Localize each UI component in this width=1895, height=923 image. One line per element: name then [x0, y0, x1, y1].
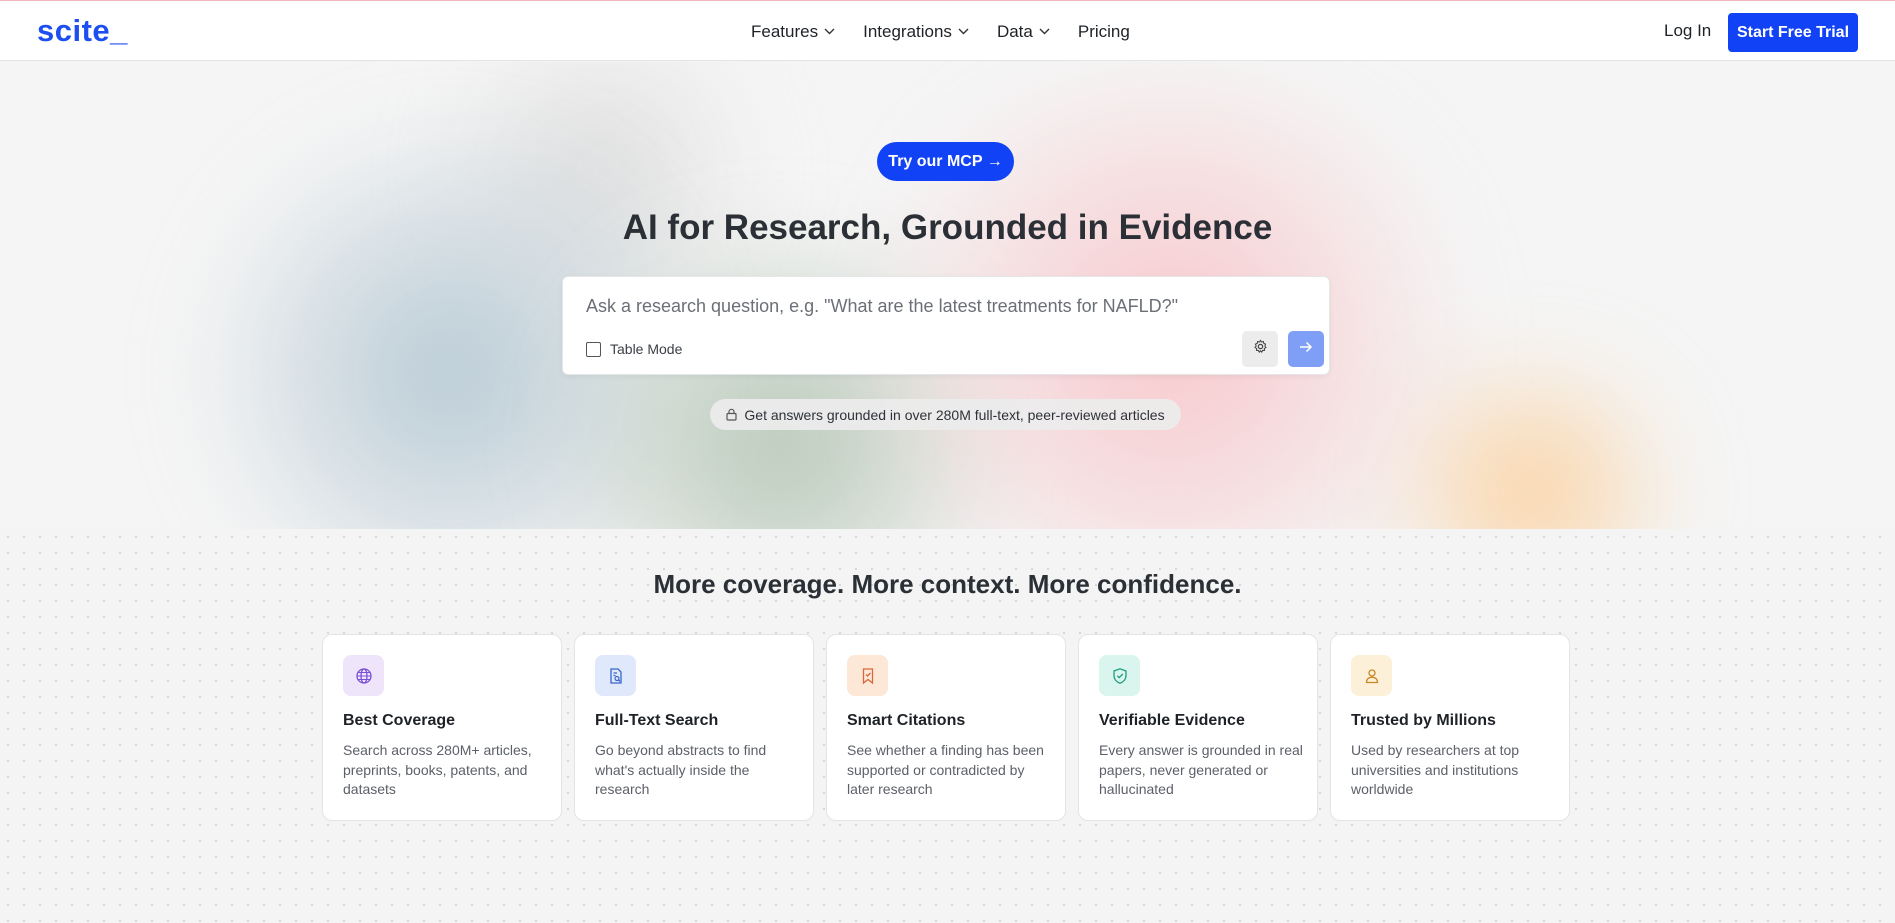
feature-card-title: Smart Citations	[847, 712, 966, 729]
feature-card-description: See whether a finding has been supported…	[847, 742, 1044, 797]
coverage-info-text: Get answers grounded in over 280M full-t…	[744, 406, 1165, 423]
feature-card-title: Full-Text Search	[595, 712, 719, 729]
chevron-down-icon	[824, 28, 835, 35]
feature-card-smart-citations: Smart Citations See whether a finding ha…	[826, 634, 1066, 821]
nav-item-label: Pricing	[1077, 21, 1130, 41]
research-question-input[interactable]	[586, 293, 1286, 319]
lock-icon	[726, 408, 737, 421]
coverage-info-pill: Get answers grounded in over 280M full-t…	[710, 399, 1181, 430]
nav-item-features[interactable]: Features	[751, 22, 835, 42]
arrow-right-icon	[1299, 340, 1313, 358]
nav-item-data[interactable]: Data	[997, 22, 1050, 42]
user-icon	[1351, 655, 1392, 696]
try-mcp-button[interactable]: Try our MCP →	[877, 142, 1014, 181]
log-in-link[interactable]: Log In	[1664, 21, 1711, 41]
research-question-box: Table Mode	[562, 276, 1330, 375]
feature-card-title: Trusted by Millions	[1351, 712, 1496, 729]
main-nav: Features Integrations Data Pricing	[751, 1, 1158, 62]
feature-card-title: Best Coverage	[343, 712, 456, 729]
feature-card-title: Verifiable Evidence	[1099, 712, 1245, 729]
table-mode-label: Table Mode	[610, 341, 683, 357]
top-navigation-bar: scite_ Features Integrations Data Pricin…	[0, 0, 1895, 61]
document-search-icon	[595, 655, 636, 696]
nav-item-pricing[interactable]: Pricing	[1078, 22, 1130, 42]
start-free-trial-button[interactable]: Start Free Trial	[1728, 13, 1858, 52]
feature-card-best-coverage: Best Coverage Search across 280M+ articl…	[322, 634, 562, 821]
submit-question-button[interactable]	[1288, 331, 1324, 367]
features-section: More coverage. More context. More confid…	[0, 529, 1895, 923]
feature-card-trusted-by-millions: Trusted by Millions Used by researchers …	[1330, 634, 1570, 821]
nav-item-integrations[interactable]: Integrations	[863, 22, 969, 42]
hero-section: Try our MCP → AI for Research, Grounded …	[0, 62, 1895, 529]
table-mode-checkbox[interactable]	[586, 341, 601, 357]
table-mode-toggle[interactable]: Table Mode	[586, 341, 682, 357]
feature-card-description: Used by researchers at top universities …	[1351, 742, 1520, 797]
hero-title: AI for Research, Grounded in Evidence	[622, 208, 1273, 247]
nav-item-label: Features	[751, 21, 819, 41]
nav-item-label: Data	[996, 21, 1033, 41]
nav-item-label: Integrations	[863, 21, 952, 41]
shield-check-icon	[1099, 655, 1140, 696]
chevron-down-icon	[958, 28, 969, 35]
feature-card-description: Search across 280M+ articles, preprints,…	[343, 742, 532, 797]
feature-card-verifiable-evidence: Verifiable Evidence Every answer is grou…	[1078, 634, 1318, 821]
feature-card-full-text-search: Full-Text Search Go beyond abstracts to …	[574, 634, 814, 821]
features-title: More coverage. More context. More confid…	[653, 569, 1242, 599]
page: scite_ Features Integrations Data Pricin…	[0, 0, 1895, 923]
gear-icon	[1253, 339, 1268, 359]
globe-icon	[343, 655, 384, 696]
feature-card-description: Go beyond abstracts to find what's actua…	[595, 742, 767, 797]
chevron-down-icon	[1039, 28, 1050, 35]
search-settings-button[interactable]	[1242, 331, 1278, 367]
feature-cards: Best Coverage Search across 280M+ articl…	[322, 634, 1582, 821]
scite-logo[interactable]: scite_	[37, 13, 128, 49]
bookmark-icon	[847, 655, 888, 696]
feature-card-description: Every answer is grounded in real papers,…	[1099, 742, 1303, 797]
